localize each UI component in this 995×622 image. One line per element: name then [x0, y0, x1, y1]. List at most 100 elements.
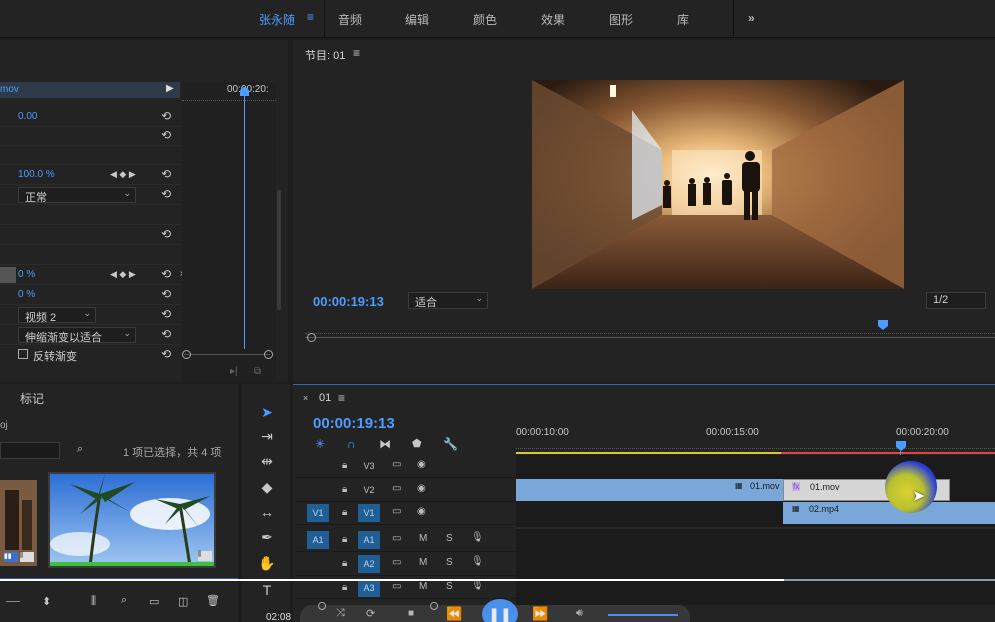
- gradient-placement-dropdown[interactable]: 伸缩渐变以适合 ⌄: [18, 327, 136, 344]
- lock-icon[interactable]: 🔒︎: [342, 582, 347, 593]
- mute-icon[interactable]: M: [419, 533, 427, 544]
- scrub-ruler[interactable]: [305, 326, 995, 334]
- tab-edit[interactable]: 编辑: [405, 11, 429, 28]
- panel-menu-icon[interactable]: ≡: [353, 46, 360, 60]
- param-value[interactable]: 100.0 %: [18, 169, 55, 180]
- shuffle-icon[interactable]: ⤨: [336, 607, 345, 620]
- ec-zoom-bar[interactable]: [184, 354, 270, 355]
- reset-icon[interactable]: ⟲: [161, 228, 173, 240]
- track-label[interactable]: V1: [358, 504, 380, 522]
- solo-icon[interactable]: S: [446, 533, 453, 544]
- invert-checkbox[interactable]: [18, 349, 28, 359]
- stop-icon[interactable]: ■: [408, 608, 414, 619]
- lock-icon[interactable]: 🔒︎: [342, 534, 347, 545]
- hand-icon[interactable]: ✋: [257, 553, 277, 573]
- tab-audio[interactable]: 音频: [338, 11, 362, 28]
- panel-menu-icon[interactable]: ≡: [338, 391, 345, 405]
- type-icon[interactable]: T: [257, 580, 277, 600]
- track-label[interactable]: A3: [358, 579, 380, 597]
- reset-icon[interactable]: ⟲: [161, 129, 173, 141]
- volume-icon[interactable]: 🔊︎: [576, 607, 583, 620]
- search-icon[interactable]: ⌕: [121, 594, 127, 607]
- track-label[interactable]: A2: [358, 555, 380, 573]
- timeline-timecode[interactable]: 00:00:19:13: [313, 415, 395, 432]
- monitor-title[interactable]: 节目: 01: [305, 47, 345, 63]
- gradient-layer-dropdown[interactable]: 视频 2 ⌄: [18, 307, 96, 324]
- work-area-bar[interactable]: [516, 452, 781, 454]
- keyframe-nav-icon[interactable]: ◀ ◆ ▶: [110, 169, 136, 180]
- volume-slider[interactable]: [608, 614, 678, 616]
- settings-wrench-icon[interactable]: 🔧: [443, 437, 458, 451]
- razor-icon[interactable]: ◆: [257, 477, 277, 497]
- reset-icon[interactable]: ⟲: [161, 308, 173, 320]
- automate-icon[interactable]: ⫼: [91, 595, 96, 608]
- ec-playhead[interactable]: [244, 87, 245, 349]
- render-icon[interactable]: ⧉: [254, 366, 261, 377]
- solo-icon[interactable]: S: [446, 557, 453, 568]
- zoom-handle-right[interactable]: [264, 350, 273, 359]
- search-input[interactable]: [0, 442, 60, 459]
- eye-icon[interactable]: ◉: [417, 506, 426, 517]
- keyframe-nav-icon[interactable]: ◀ ◆ ▶: [110, 269, 136, 280]
- thumbnail-clip[interactable]: ▮▮ ⫼: [0, 480, 37, 566]
- clip-v1-02mp4[interactable]: ▦ 02.mp4: [783, 502, 995, 524]
- sort-icon[interactable]: ⬍: [42, 595, 51, 608]
- lock-icon[interactable]: 🔒︎: [342, 484, 347, 495]
- new-item-icon[interactable]: ◫: [178, 595, 188, 608]
- tab-libraries[interactable]: 库: [677, 11, 689, 28]
- reset-icon[interactable]: ⟲: [161, 110, 173, 122]
- zoom-bar[interactable]: [305, 337, 995, 338]
- lock-icon[interactable]: 🔒︎: [342, 460, 347, 471]
- slip-icon[interactable]: ↔: [257, 502, 277, 522]
- mic-icon[interactable]: 🎙︎: [471, 556, 484, 567]
- scrollbar[interactable]: [277, 190, 281, 310]
- track-label[interactable]: V3: [358, 457, 380, 475]
- param-value[interactable]: 0.00: [18, 111, 37, 122]
- pause-button[interactable]: ❚❚: [482, 599, 518, 622]
- workspace-user[interactable]: 张永随: [259, 11, 295, 28]
- blend-mode-dropdown[interactable]: 正常 ⌄: [18, 187, 136, 204]
- selection-tool-icon[interactable]: ➤: [257, 402, 277, 422]
- trash-icon[interactable]: 🗑: [206, 594, 220, 607]
- reset-icon[interactable]: ⟲: [161, 168, 173, 180]
- player-handle[interactable]: [430, 602, 438, 610]
- ec-timeline[interactable]: 00:00:20: ▸| ⧉: [182, 82, 276, 382]
- reset-icon[interactable]: ⟲: [161, 288, 173, 300]
- track-select-icon[interactable]: ⇥: [257, 426, 277, 446]
- loop-icon[interactable]: ⟳: [366, 607, 375, 620]
- linked-selection-icon[interactable]: ⧓: [379, 437, 391, 451]
- sync-lock-icon[interactable]: ▭: [392, 506, 401, 517]
- reset-icon[interactable]: ⟲: [161, 348, 173, 360]
- lock-icon[interactable]: 🔒︎: [342, 558, 347, 569]
- mute-icon[interactable]: M: [419, 557, 427, 568]
- fast-forward-icon[interactable]: ⏩: [532, 606, 548, 622]
- tab-effects[interactable]: 效果: [541, 11, 565, 28]
- param-value[interactable]: 0 %: [18, 269, 35, 280]
- close-icon[interactable]: ×: [303, 393, 308, 403]
- sync-lock-icon[interactable]: ▭: [392, 483, 401, 494]
- play-only-icon[interactable]: ▶: [166, 83, 174, 94]
- sync-lock-icon[interactable]: ▭: [392, 533, 401, 544]
- mic-icon[interactable]: 🎙︎: [471, 580, 484, 591]
- tab-graphics[interactable]: 图形: [609, 11, 633, 28]
- new-bin-icon[interactable]: ▭: [149, 595, 159, 608]
- fit-dropdown[interactable]: 适合 ⌄: [408, 292, 488, 309]
- eye-icon[interactable]: ◉: [417, 459, 426, 470]
- zoom-handle-left[interactable]: [182, 350, 191, 359]
- nest-icon[interactable]: ✳: [315, 437, 325, 451]
- stopwatch-block[interactable]: [0, 267, 16, 283]
- add-marker-icon[interactable]: ⬟: [412, 437, 422, 450]
- mic-icon[interactable]: 🎙︎: [471, 532, 484, 543]
- clip-v2-01mov[interactable]: ▦ 01.mov: [516, 479, 783, 501]
- tab-markers[interactable]: 标记: [20, 390, 44, 407]
- ec-playhead-handle[interactable]: [240, 87, 249, 96]
- reset-icon[interactable]: ⟲: [161, 328, 173, 340]
- snap-icon[interactable]: ∩: [347, 437, 356, 451]
- more-workspaces-button[interactable]: »: [748, 11, 755, 25]
- solo-icon[interactable]: S: [446, 581, 453, 592]
- resolution-dropdown[interactable]: 1/2: [926, 292, 986, 309]
- zoom-handle-left[interactable]: [307, 333, 316, 342]
- zoom-slider-track[interactable]: [6, 601, 20, 602]
- param-value[interactable]: 0 %: [18, 289, 35, 300]
- pen-icon[interactable]: ✒: [257, 527, 277, 547]
